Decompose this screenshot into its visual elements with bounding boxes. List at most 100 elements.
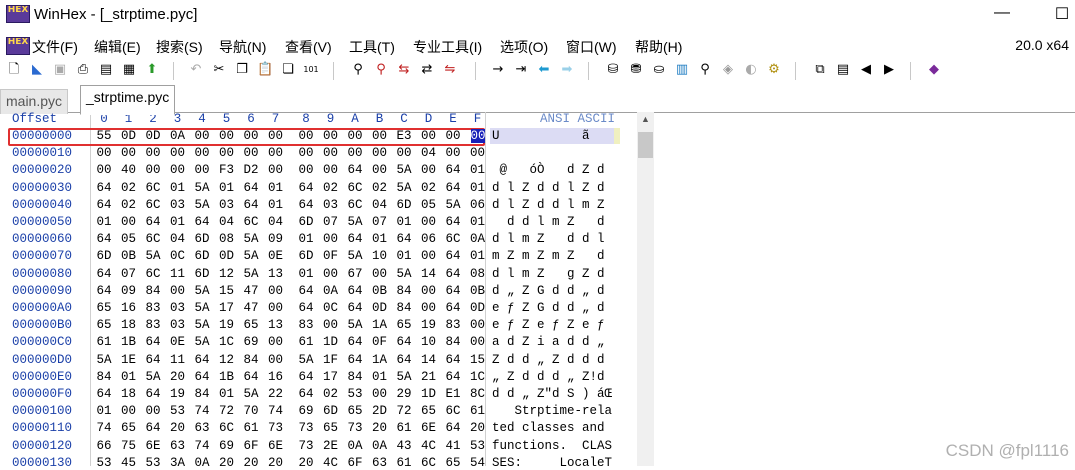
hex-byte[interactable]: 61 [93,335,115,349]
hex-byte[interactable]: 12 [216,353,238,367]
hex-byte[interactable]: 6E [418,421,440,435]
hex-byte[interactable]: 64 [442,370,464,384]
hex-byte[interactable]: 83 [295,318,317,332]
ascii-cell[interactable]: m Z m Z m Z d [492,249,605,263]
hex-byte[interactable]: 20 [167,421,189,435]
hex-byte[interactable]: 5A [240,387,262,401]
tab-strptime-pyc[interactable]: _strptime.pyc [80,85,176,115]
hex-byte[interactable]: 01 [93,404,115,418]
hex-byte[interactable]: 6E [142,439,164,453]
hex-byte[interactable]: 02 [369,181,391,195]
hex-byte[interactable]: 00 [369,387,391,401]
hex-byte[interactable]: 20 [240,456,262,470]
hex-byte[interactable]: 47 [240,284,262,298]
ascii-cell[interactable]: d l Z d d l Z d [492,181,605,195]
hex-byte[interactable]: 84 [191,387,213,401]
hex-byte[interactable]: 00 [418,301,440,315]
hex-byte[interactable]: 01 [216,181,238,195]
hex-byte[interactable]: 6E [265,439,287,453]
ascii-cell[interactable]: Strptime-rela [492,404,613,418]
hex-byte[interactable]: 00 [393,146,415,160]
hex-byte[interactable]: 1E [118,353,140,367]
hex-byte[interactable]: 16 [118,301,140,315]
menu-file[interactable]: 文件(F) [32,37,78,57]
hex-byte[interactable]: 6C [344,198,366,212]
hex-byte[interactable]: 64 [93,198,115,212]
hex-byte[interactable]: 02 [418,181,440,195]
hex-byte[interactable]: 5A [191,335,213,349]
hex-byte[interactable]: 00 [167,146,189,160]
hex-byte[interactable]: 00 [265,146,287,160]
hex-byte[interactable]: 0A [191,456,213,470]
replace-hex-icon[interactable]: ⇋ [442,62,458,78]
hex-byte[interactable]: 01 [93,215,115,229]
hex-byte[interactable]: 65 [240,318,262,332]
hex-byte[interactable]: 6C [142,198,164,212]
hex-byte[interactable]: 00 [344,129,366,143]
hex-byte[interactable]: 00 [467,146,489,160]
hex-byte[interactable]: 0F [320,249,342,263]
hex-byte[interactable]: 64 [142,387,164,401]
hex-byte[interactable]: 00 [265,301,287,315]
hex-byte[interactable]: 18 [118,387,140,401]
print-icon[interactable]: ⎙ [75,62,91,78]
hex-byte[interactable]: 05 [418,198,440,212]
hex-byte[interactable]: 00 [295,129,317,143]
hex-byte[interactable]: 01 [167,215,189,229]
hex-byte[interactable]: 65 [118,421,140,435]
hex-byte[interactable]: 04 [265,215,287,229]
hex-byte[interactable]: 0E [167,335,189,349]
hex-byte[interactable]: 72 [393,404,415,418]
hex-byte[interactable]: 05 [118,232,140,246]
hex-byte[interactable]: 15 [216,284,238,298]
hex-byte[interactable]: 84 [344,370,366,384]
hex-byte[interactable]: 21 [418,370,440,384]
hash-icon[interactable]: ◈ [720,62,736,78]
hex-byte[interactable]: 04 [216,215,238,229]
hex-byte[interactable]: 00 [442,129,464,143]
hex-byte[interactable]: 00 [369,129,391,143]
ascii-cell[interactable]: functions. CLAS [492,439,612,453]
hex-byte[interactable]: 04 [369,198,391,212]
hex-byte[interactable]: 64 [344,335,366,349]
cut-icon[interactable]: ✂ [211,62,227,78]
directory-icon[interactable]: ⧉ [812,62,828,78]
hex-byte[interactable]: 01 [393,249,415,263]
hex-byte[interactable]: 53 [467,439,489,453]
hex-byte[interactable]: 61 [393,456,415,470]
cursor-byte[interactable]: 00 [470,129,486,143]
hex-byte[interactable]: 00 [320,267,342,281]
hex-byte[interactable]: 1D [418,387,440,401]
hex-byte[interactable]: 03 [167,301,189,315]
hex-byte[interactable]: 00 [191,163,213,177]
hex-byte[interactable]: 00 [467,318,489,332]
hex-byte[interactable]: 74 [191,439,213,453]
hex-byte[interactable]: 20 [295,456,317,470]
hex-editor-pane[interactable]: Offset ANSI ASCII 0 1 2 3 4 5 6 7 8 9 A B C D E F 000000… [0,112,635,470]
hex-byte[interactable]: 00 [118,404,140,418]
hex-byte[interactable]: 64 [344,353,366,367]
hex-byte[interactable]: 73 [265,421,287,435]
hex-byte[interactable]: 03 [216,198,238,212]
hex-byte[interactable]: 3A [167,456,189,470]
hex-byte[interactable]: 00 [265,335,287,349]
menu-search[interactable]: 搜索(S) [156,37,203,57]
hex-byte[interactable]: 84 [240,353,262,367]
ascii-cell[interactable]: ted classes and [492,421,612,435]
hex-byte[interactable]: 19 [418,318,440,332]
hex-byte[interactable]: 0C [167,249,189,263]
hex-byte[interactable]: 13 [265,267,287,281]
hex-byte[interactable]: 6C [216,421,238,435]
hex-byte[interactable]: 00 [240,129,262,143]
hex-byte[interactable]: 01 [467,215,489,229]
hex-byte[interactable]: 63 [369,456,391,470]
hex-byte[interactable]: 14 [418,267,440,281]
hex-byte[interactable]: 6D [93,249,115,263]
hex-byte[interactable]: 6C [142,232,164,246]
hex-byte[interactable]: 00 [167,163,189,177]
hex-byte[interactable]: 6D [295,249,317,263]
hex-byte[interactable]: 07 [320,215,342,229]
hex-byte[interactable]: 11 [167,267,189,281]
hex-byte[interactable]: 02 [118,198,140,212]
hex-byte[interactable]: 5A [344,318,366,332]
